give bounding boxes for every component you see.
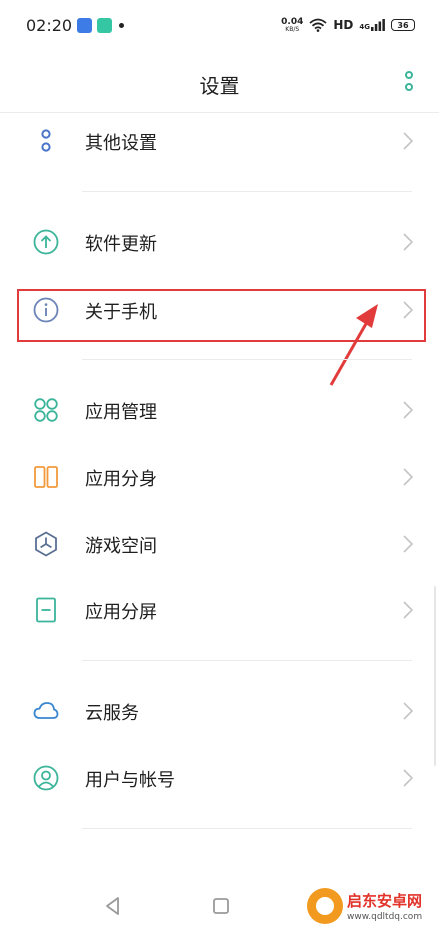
other-settings-icon [41,129,51,152]
app-management-icon [34,398,58,422]
settings-item-split-screen[interactable]: 应用分屏 [0,581,439,639]
settings-item-app-management[interactable]: 应用管理 [0,381,439,439]
chevron-right-icon [403,233,413,251]
notification-app-icon [77,18,92,33]
hd-voice-label: HD [333,18,354,32]
divider [82,191,412,192]
signal-type-label: 4G [359,23,370,31]
split-screen-icon [36,597,56,623]
notification-app-icon [97,18,112,33]
divider [82,359,412,360]
page-title: 设置 [199,74,240,98]
settings-item-game-space[interactable]: 游戏空间 [0,515,439,573]
more-notifications-dot-icon [119,23,124,28]
network-speed-unit: KB/S [285,25,300,33]
watermark: 启东安卓网 www.qdltdq.com [307,884,433,930]
signal-icon: 4G [359,19,385,31]
settings-item-label: 应用分身 [85,469,157,490]
app-clone-icon [34,466,58,488]
chevron-right-icon [403,401,413,419]
divider [82,828,412,829]
more-options-icon[interactable] [401,70,417,94]
settings-item-users-accounts[interactable]: 用户与帐号 [0,749,439,807]
cloud-icon [33,702,59,719]
status-time: 02:20 [26,16,73,35]
settings-item-app-clone[interactable]: 应用分身 [0,448,439,506]
watermark-logo-icon [307,888,343,924]
settings-item-label: 应用管理 [85,402,157,423]
watermark-url: www.qdltdq.com [347,912,423,922]
wifi-icon [309,18,327,32]
settings-item-label: 云服务 [85,703,139,724]
settings-item-label: 其他设置 [85,133,157,154]
divider [82,660,412,661]
settings-item-label: 应用分屏 [85,602,157,623]
settings-item-label: 用户与帐号 [85,770,175,791]
network-speed: 0.04 KB/S [281,17,303,33]
chevron-right-icon [403,468,413,486]
header: 设置 [0,52,439,113]
settings-item-other[interactable]: 其他设置 [0,112,439,170]
settings-item-label: 游戏空间 [85,536,157,557]
settings-item-cloud-service[interactable]: 云服务 [0,682,439,740]
chevron-right-icon [403,702,413,720]
game-space-icon [35,531,57,557]
system-icons: 0.04 KB/S HD 4G 36 [281,15,415,35]
user-account-icon [33,765,59,791]
settings-item-label: 软件更新 [85,234,157,255]
chevron-right-icon [403,132,413,150]
status-bar: 02:20 0.04 KB/S HD 4G 36 [0,0,439,52]
battery-icon: 36 [391,19,415,31]
red-arrow-annotation-icon [329,304,378,386]
back-triangle-icon[interactable] [101,894,125,918]
chevron-right-icon [403,601,413,619]
software-update-icon [33,229,59,255]
chevron-right-icon [403,535,413,553]
home-square-icon[interactable] [209,894,233,918]
watermark-title: 启东安卓网 [347,892,423,910]
scrollbar-thumb[interactable] [434,586,436,766]
chevron-right-icon [403,769,413,787]
settings-item-software-update[interactable]: 软件更新 [0,213,439,271]
